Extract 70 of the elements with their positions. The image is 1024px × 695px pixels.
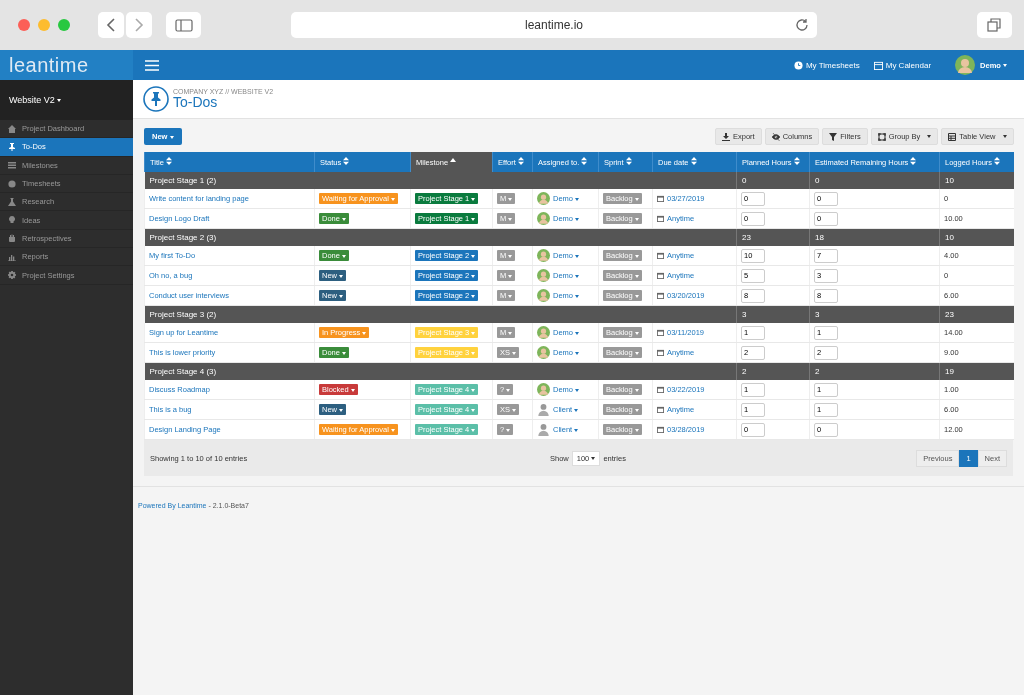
sort-icon xyxy=(793,157,800,165)
avatar-icon xyxy=(537,326,550,339)
group-icon xyxy=(877,132,886,141)
sort-icon xyxy=(517,157,524,165)
calendar-icon xyxy=(657,349,664,356)
calendar-icon xyxy=(657,406,664,413)
hand-icon xyxy=(8,234,16,243)
flask-icon xyxy=(8,197,16,206)
sidebar-icon xyxy=(174,18,193,32)
calendar-icon xyxy=(657,386,664,393)
chevron-left-icon xyxy=(106,18,116,32)
calendar-icon xyxy=(657,292,664,299)
user-avatar[interactable] xyxy=(955,55,976,75)
bulb-icon xyxy=(8,216,16,225)
calendar-icon xyxy=(873,60,883,70)
avatar-icon xyxy=(537,249,550,262)
chevron-right-icon xyxy=(134,18,144,32)
sort-icon xyxy=(166,157,172,165)
maximize-icon[interactable] xyxy=(58,19,70,31)
user-silhouette-icon xyxy=(537,423,550,436)
sort-ascending-icon xyxy=(450,157,457,165)
calendar-icon xyxy=(657,329,664,336)
logo[interactable]: leantime xyxy=(0,50,133,80)
group-total: 0 xyxy=(809,172,940,189)
sort-icon xyxy=(994,157,1001,165)
tabs-button[interactable] xyxy=(976,12,1012,38)
sort-icon xyxy=(343,157,350,165)
sort-icon xyxy=(625,157,632,165)
avatar-icon xyxy=(537,383,550,396)
filter-icon xyxy=(829,132,838,141)
avatar-icon xyxy=(537,212,550,225)
avatar-icon xyxy=(537,192,550,205)
sort-icon xyxy=(910,157,917,165)
calendar-icon xyxy=(657,426,664,433)
calendar-icon xyxy=(657,252,664,259)
reload-icon[interactable] xyxy=(794,18,809,32)
sort-icon xyxy=(581,157,588,165)
calendar-icon xyxy=(657,215,664,222)
address-bar[interactable]: leantime.io xyxy=(291,12,817,38)
group-total: 0 xyxy=(736,172,810,189)
gear-icon xyxy=(8,271,16,279)
avatar-icon xyxy=(537,269,550,282)
menu-icon[interactable] xyxy=(145,59,159,71)
chart-icon xyxy=(8,252,16,261)
project-selector[interactable]: Website V2 xyxy=(0,80,133,120)
table-icon xyxy=(948,132,957,141)
avatar-icon xyxy=(537,346,550,359)
pin-icon xyxy=(143,86,169,112)
top-link[interactable]: My Timesheets xyxy=(793,60,860,70)
url-text: leantime.io xyxy=(525,18,583,32)
sort-icon xyxy=(690,157,697,165)
forward-button[interactable] xyxy=(126,12,152,38)
home-icon xyxy=(8,124,16,133)
calendar-icon xyxy=(657,272,664,279)
download-icon xyxy=(721,132,730,141)
user-silhouette-icon xyxy=(537,403,550,416)
avatar-icon xyxy=(537,289,550,302)
back-button[interactable] xyxy=(98,12,124,38)
eye-icon xyxy=(771,132,780,141)
close-icon[interactable] xyxy=(18,19,30,31)
sidebar-toggle-button[interactable] xyxy=(166,12,202,38)
page-title: To-Dos xyxy=(173,95,219,110)
top-link[interactable]: My Calendar xyxy=(873,60,932,70)
tabs-icon xyxy=(987,18,1002,32)
group-total: 10 xyxy=(939,172,1014,189)
pin-icon xyxy=(8,142,16,151)
bars-icon xyxy=(8,161,16,170)
group-heading: Project Stage 1 (2) xyxy=(144,172,737,189)
minimize-icon[interactable] xyxy=(38,19,50,31)
calendar-icon xyxy=(657,195,664,202)
